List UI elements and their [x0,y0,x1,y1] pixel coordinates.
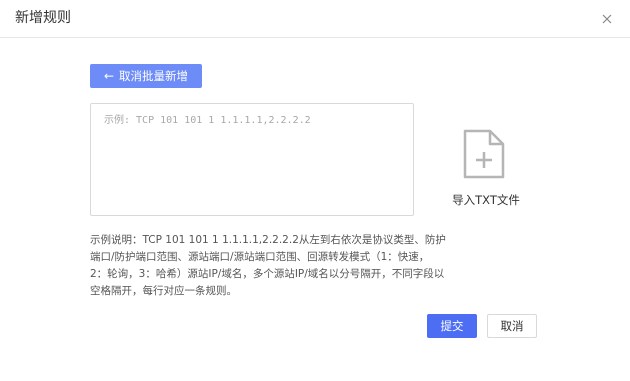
dialog-header: 新增规则 [0,0,630,38]
arrow-left-icon: ← [103,69,115,83]
close-icon[interactable] [600,12,614,26]
cancel-button[interactable]: 取消 [487,314,537,338]
rules-textarea[interactable] [90,103,414,216]
submit-button[interactable]: 提交 [427,314,477,338]
format-description: 示例说明：TCP 101 101 1 1.1.1.1,2.2.2.2从左到右依次… [90,234,446,297]
dialog-title: 新增规则 [15,10,71,26]
add-rule-dialog: 新增规则 ← 取消批量新增 导入TXT文件 示例说明：TCP 101 101 1… [0,0,630,381]
cancel-batch-add-label: 取消批量新增 [119,69,189,83]
file-add-icon [463,129,505,179]
import-txt-button[interactable]: 导入TXT文件 [446,126,526,210]
import-txt-label: 导入TXT文件 [452,193,520,207]
cancel-batch-add-button[interactable]: ← 取消批量新增 [90,64,202,88]
